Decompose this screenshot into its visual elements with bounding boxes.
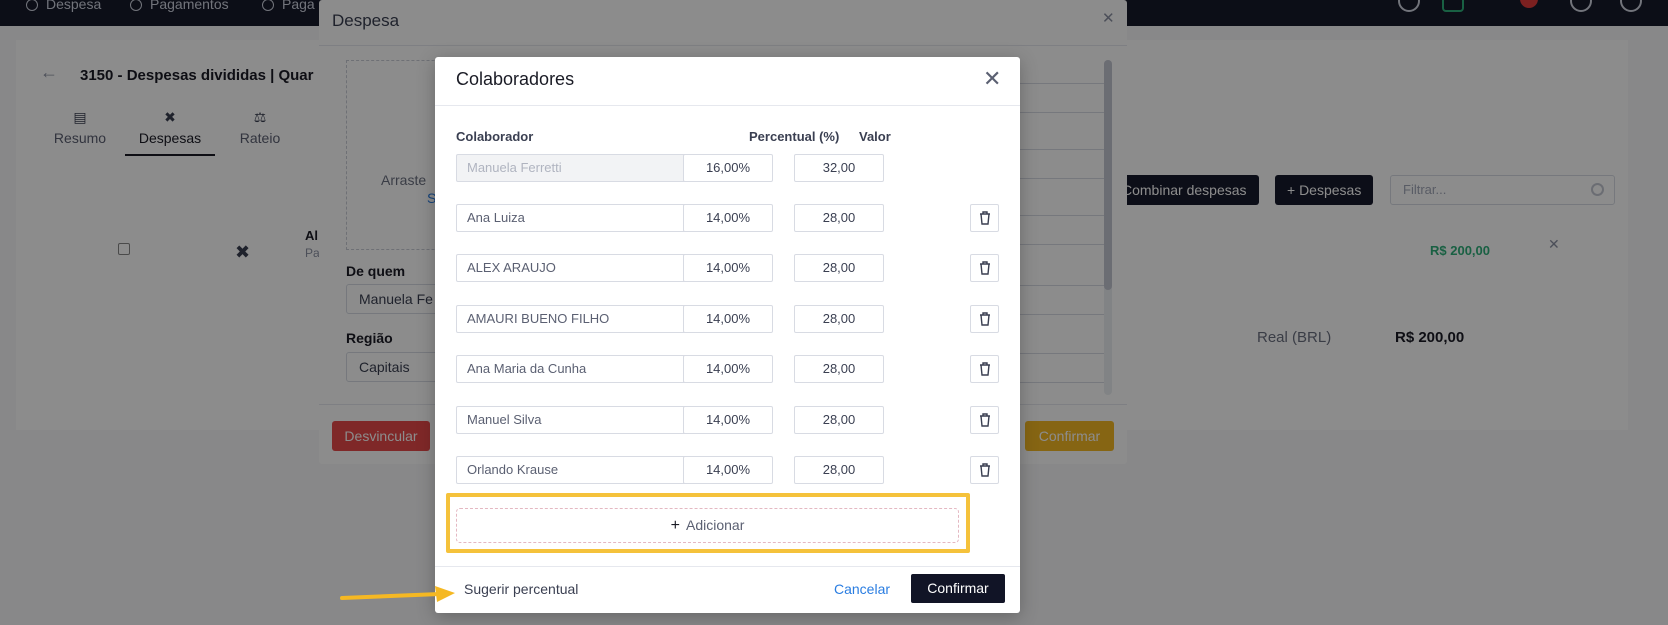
trash-icon xyxy=(980,261,990,275)
percent-input[interactable]: 14,00% xyxy=(683,254,773,282)
percent-input[interactable]: 14,00% xyxy=(683,406,773,434)
column-header-percent: Percentual (%) xyxy=(749,129,840,144)
collaborator-name: ALEX ARAUJO xyxy=(467,260,556,275)
suggest-percent-link[interactable]: Sugerir percentual xyxy=(464,581,578,597)
delete-button[interactable] xyxy=(970,406,999,434)
value-input[interactable]: 28,00 xyxy=(794,355,884,383)
collaborator-name: Ana Luiza xyxy=(467,210,525,225)
delete-button[interactable] xyxy=(970,305,999,333)
cancel-button[interactable]: Cancelar xyxy=(834,581,890,597)
collaborator-row: Ana Maria da Cunha 14,00% 28,00 xyxy=(456,355,1001,383)
delete-button[interactable] xyxy=(970,204,999,232)
trash-icon xyxy=(980,362,990,376)
column-header-collaborator: Colaborador xyxy=(456,129,534,144)
collaborator-name: Ana Maria da Cunha xyxy=(467,361,587,376)
colaboradores-modal: Colaboradores ✕ Colaborador Percentual (… xyxy=(435,57,1020,613)
value-input[interactable]: 28,00 xyxy=(794,305,884,333)
value-input[interactable]: 28,00 xyxy=(794,254,884,282)
close-icon[interactable]: ✕ xyxy=(983,68,1001,90)
column-header-value: Valor xyxy=(859,129,891,144)
trash-icon xyxy=(980,211,990,225)
confirm-button[interactable]: Confirmar xyxy=(911,574,1005,603)
delete-button[interactable] xyxy=(970,355,999,383)
collaborator-row: Manuel Silva 14,00% 28,00 xyxy=(456,406,1001,434)
trash-icon xyxy=(980,312,990,326)
value-input[interactable]: 28,00 xyxy=(794,204,884,232)
collaborator-row: Orlando Krause 14,00% 28,00 xyxy=(456,456,1001,484)
modal-title: Colaboradores xyxy=(456,69,575,89)
collaborator-row: Ana Luiza 14,00% 28,00 xyxy=(456,204,1001,232)
percent-input[interactable]: 14,00% xyxy=(683,204,773,232)
collaborator-row: ALEX ARAUJO 14,00% 28,00 xyxy=(456,254,1001,282)
delete-button[interactable] xyxy=(970,456,999,484)
collaborator-row-owner: Manuela Ferretti 16,00% 32,00 xyxy=(456,154,1001,182)
percent-input[interactable]: 14,00% xyxy=(683,456,773,484)
percent-input[interactable]: 14,00% xyxy=(683,305,773,333)
trash-icon xyxy=(980,463,990,477)
value-input[interactable]: 32,00 xyxy=(794,154,884,182)
collaborator-name: AMAURI BUENO FILHO xyxy=(467,311,610,326)
highlight-box xyxy=(446,493,970,553)
value-input[interactable]: 28,00 xyxy=(794,406,884,434)
value-input[interactable]: 28,00 xyxy=(794,456,884,484)
annotation-arrow-icon xyxy=(340,586,455,602)
trash-icon xyxy=(980,413,990,427)
percent-input[interactable]: 16,00% xyxy=(683,154,773,182)
collaborator-name: Orlando Krause xyxy=(467,462,559,477)
collaborator-name: Manuel Silva xyxy=(467,412,542,427)
collaborator-row: AMAURI BUENO FILHO 14,00% 28,00 xyxy=(456,305,1001,333)
delete-button[interactable] xyxy=(970,254,999,282)
percent-input[interactable]: 14,00% xyxy=(683,355,773,383)
